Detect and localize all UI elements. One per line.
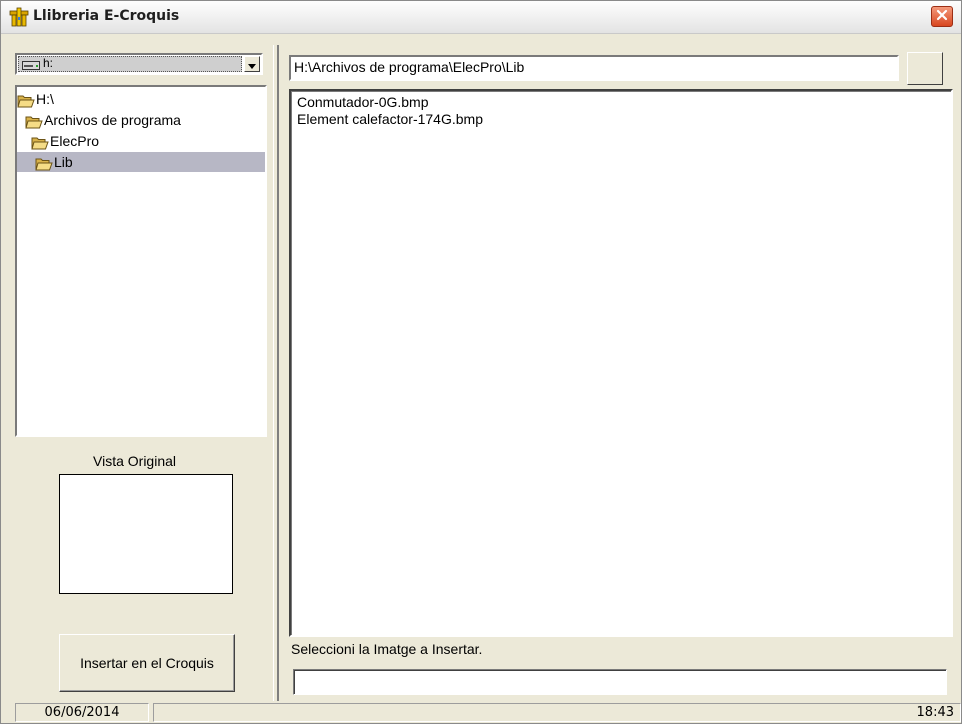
tree-item-label: Lib bbox=[54, 154, 73, 170]
tree-item-label: Archivos de programa bbox=[44, 112, 181, 128]
list-item[interactable]: Conmutador-0G.bmp bbox=[297, 94, 429, 111]
tree-item-label: H:\ bbox=[36, 91, 54, 107]
status-time: 18:43 bbox=[153, 703, 961, 722]
file-list[interactable]: Conmutador-0G.bmp Element calefactor-174… bbox=[289, 89, 953, 637]
progress-bar bbox=[293, 669, 947, 695]
drive-dropdown-button[interactable] bbox=[244, 56, 260, 72]
path-field[interactable]: H:\Archivos de programa\ElecPro\Lib bbox=[289, 55, 899, 81]
browse-button[interactable] bbox=[907, 52, 943, 85]
drive-selected-value: h: bbox=[18, 56, 242, 72]
app-window: Llibreria E-Croquis h: H:\ Archivos de p… bbox=[0, 0, 962, 724]
status-date: 06/06/2014 bbox=[15, 703, 149, 722]
preview-label: Vista Original bbox=[93, 453, 177, 469]
status-message: Seleccioni la Imatge a Insertar. bbox=[291, 641, 483, 657]
open-folder-icon bbox=[31, 135, 49, 150]
chevron-down-icon bbox=[248, 57, 256, 72]
close-button[interactable] bbox=[931, 6, 953, 27]
status-bar: 06/06/2014 18:43 bbox=[1, 702, 961, 723]
drive-select[interactable]: h: bbox=[15, 53, 263, 75]
drive-icon bbox=[22, 59, 40, 70]
panel-splitter[interactable] bbox=[273, 45, 279, 701]
open-folder-icon bbox=[25, 114, 43, 129]
open-folder-icon bbox=[17, 93, 35, 108]
image-preview bbox=[59, 474, 233, 594]
title-bar[interactable]: Llibreria E-Croquis bbox=[1, 1, 961, 34]
open-folder-icon bbox=[35, 156, 53, 171]
tree-item-lib[interactable]: Lib bbox=[17, 152, 265, 172]
folder-tree[interactable]: H:\ Archivos de programa ElecPro Lib bbox=[15, 85, 267, 437]
app-building-icon bbox=[9, 7, 29, 27]
tree-item-archivos-de-programa[interactable]: Archivos de programa bbox=[25, 110, 181, 130]
drive-label: h: bbox=[43, 56, 54, 70]
tree-item-label: ElecPro bbox=[50, 133, 100, 149]
tree-item-elecpro[interactable]: ElecPro bbox=[31, 131, 99, 151]
tree-item-root[interactable]: H:\ bbox=[17, 89, 54, 109]
list-item[interactable]: Element calefactor-174G.bmp bbox=[297, 111, 483, 128]
close-icon bbox=[936, 9, 948, 24]
window-title: Llibreria E-Croquis bbox=[33, 8, 180, 24]
insert-button[interactable]: Insertar en el Croquis bbox=[59, 634, 235, 692]
